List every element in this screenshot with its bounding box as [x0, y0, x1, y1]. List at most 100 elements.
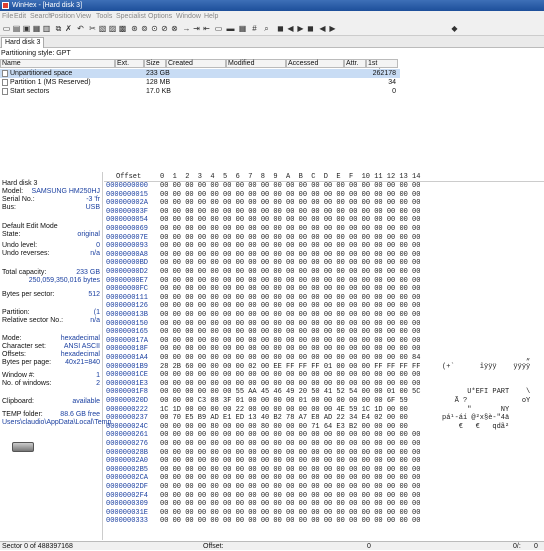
hex-row-bytes[interactable]: 00 00 00 00 00 00 00 00 00 00 00 00 00 0… — [160, 182, 420, 190]
hex-row-bytes[interactable]: 00 00 00 00 00 00 00 00 00 00 00 00 00 0… — [160, 492, 420, 500]
copy-icon[interactable]: ⧉ — [54, 24, 63, 33]
binoculars-find-icon[interactable]: ⊛ — [130, 24, 139, 33]
menu-tools[interactable]: Tools — [96, 11, 112, 22]
column-header-modified[interactable]: Modified — [226, 59, 286, 68]
hex-row-bytes[interactable]: 00 00 00 00 00 00 00 00 00 00 00 00 00 0… — [160, 320, 420, 328]
properties-icon[interactable]: ▥ — [42, 24, 51, 33]
hex-row-bytes[interactable]: 00 00 00 00 00 00 00 00 00 00 00 00 00 0… — [160, 285, 420, 293]
tab-hard-disk-3[interactable]: Hard disk 3 — [1, 37, 45, 48]
hex-row-bytes[interactable]: 00 00 00 00 00 00 00 00 00 00 00 00 00 0… — [160, 294, 420, 302]
hex-row[interactable]: 00000000A8 00 00 00 00 00 00 00 00 00 00 … — [104, 251, 544, 259]
paste-write-icon[interactable]: ▩ — [118, 24, 127, 33]
hex-row[interactable]: 00000001E3 00 00 00 00 00 00 00 00 00 00 … — [104, 380, 544, 388]
hex-row-bytes[interactable]: 00 00 00 00 00 00 00 00 00 00 00 00 00 0… — [160, 259, 420, 267]
hex-row[interactable]: 000000017A 00 00 00 00 00 00 00 00 00 00 … — [104, 337, 544, 345]
hex-row-bytes[interactable]: 00 00 00 00 00 00 00 00 00 00 00 00 00 0… — [160, 328, 420, 336]
paste-icon[interactable]: ▨ — [108, 24, 117, 33]
column-header-accessed[interactable]: Accessed — [286, 59, 344, 68]
column-header-ext[interactable]: Ext. — [115, 59, 144, 68]
hex-row-bytes[interactable]: 00 00 00 00 00 00 00 00 00 00 00 00 00 0… — [160, 449, 420, 457]
hex-row-bytes[interactable]: 00 00 00 00 00 00 00 00 00 00 00 00 00 0… — [160, 354, 420, 362]
hex-row[interactable]: 000000002A 00 00 00 00 00 00 00 00 00 00 … — [104, 199, 544, 207]
goto-sector-icon[interactable]: ⇥ — [192, 24, 201, 33]
hex-row[interactable]: 0000000069 00 00 00 00 00 00 00 00 00 00 … — [104, 225, 544, 233]
ram-icon[interactable]: ▬ — [226, 24, 235, 33]
hex-row-bytes[interactable]: 00 00 00 00 00 00 00 00 00 00 00 00 00 0… — [160, 345, 420, 353]
hex-row[interactable]: 00000002B5 00 00 00 00 00 00 00 00 00 00 … — [104, 466, 544, 474]
hex-row[interactable]: 0000000222 1C 1D 00 00 00 00 22 00 00 00 … — [104, 406, 544, 414]
hex-row[interactable]: 0000000000 00 00 00 00 00 00 00 00 00 00 … — [104, 182, 544, 190]
first-sector-icon[interactable]: ◼ — [276, 24, 285, 33]
hex-row-bytes[interactable]: 00 70 E5 B9 AD E1 ED 13 40 B2 78 A7 E8 A… — [160, 414, 408, 422]
hex-row[interactable]: 0000000237 00 70 E5 B9 AD E1 ED 13 40 B2 … — [104, 414, 544, 422]
column-header-created[interactable]: Created — [166, 59, 226, 68]
hex-row-bytes[interactable]: 00 00 00 00 00 00 00 00 00 00 00 00 00 0… — [160, 483, 420, 491]
hex-row[interactable]: 000000018F 00 00 00 00 00 00 00 00 00 00 … — [104, 345, 544, 353]
menu-file[interactable]: File — [2, 11, 13, 22]
hex-row-bytes[interactable]: 00 00 00 00 00 00 00 00 00 00 00 00 00 0… — [160, 457, 420, 465]
hex-row-bytes[interactable]: 00 00 00 00 00 00 00 00 00 00 00 00 00 0… — [160, 234, 420, 242]
previous-page-icon[interactable]: ◀ — [318, 24, 327, 33]
menu-window[interactable]: Window — [176, 11, 201, 22]
goto-back-icon[interactable]: ⇤ — [202, 24, 211, 33]
column-header-first-sector[interactable]: 1st sector — [366, 59, 398, 75]
hex-row[interactable]: 0000000309 00 00 00 00 00 00 00 00 00 00 … — [104, 500, 544, 508]
hex-row-bytes[interactable]: 00 00 00 00 00 00 00 00 00 00 00 00 00 0… — [160, 216, 420, 224]
next-page-icon[interactable]: ▶ — [328, 24, 337, 33]
column-header-name[interactable]: Name — [0, 59, 115, 68]
hex-row[interactable]: 0000000276 00 00 00 00 00 00 00 00 00 00 … — [104, 440, 544, 448]
hex-row[interactable]: 0000000261 00 00 00 00 00 00 00 00 00 00 … — [104, 431, 544, 439]
hex-row[interactable]: 00000000BD 00 00 00 00 00 00 00 00 00 00 … — [104, 259, 544, 267]
hex-row[interactable]: 0000000150 00 00 00 00 00 00 00 00 00 00 … — [104, 320, 544, 328]
hex-row[interactable]: 00000000D2 00 00 00 00 00 00 00 00 00 00 … — [104, 268, 544, 276]
hex-row[interactable]: 000000024C 00 00 00 00 80 00 00 00 80 00 … — [104, 423, 544, 431]
hex-row-bytes[interactable]: 00 00 00 00 00 00 00 00 00 00 00 00 00 0… — [160, 337, 420, 345]
menu-edit[interactable]: Edit — [14, 11, 26, 22]
cut-icon[interactable]: ✂ — [88, 24, 97, 33]
hex-row-bytes[interactable]: 00 00 00 00 00 00 00 00 00 00 00 00 00 0… — [160, 500, 420, 508]
hex-editor-pane[interactable]: Offset 0 1 2 3 4 5 6 7 8 9 A B C D E F 10 11 12 13 14 000000… — [104, 172, 544, 540]
replace-text-icon[interactable]: ⊙ — [150, 24, 159, 33]
calculator-icon[interactable]: ▦ — [238, 24, 247, 33]
hex-row-bytes[interactable]: 00 00 00 00 00 00 00 00 00 00 00 00 00 0… — [160, 277, 420, 285]
menu-specialist[interactable]: Specialist — [116, 11, 146, 22]
menu-search[interactable]: Search — [30, 11, 52, 22]
column-header-attr[interactable]: Attr. — [344, 59, 366, 68]
hash-icon[interactable]: # — [250, 24, 259, 33]
hex-row-bytes[interactable]: 00 00 00 00 00 00 00 00 00 00 00 00 00 0… — [160, 199, 420, 207]
find-again-icon[interactable]: ⊗ — [170, 24, 179, 33]
hex-row-bytes[interactable]: 00 00 00 00 00 00 00 00 00 00 00 00 00 0… — [160, 302, 420, 310]
zoom-icon[interactable]: ⌕ — [262, 24, 271, 33]
hex-row-bytes[interactable]: 00 00 00 00 00 00 00 00 00 00 00 00 00 0… — [160, 311, 420, 319]
hex-row-bytes[interactable]: 00 00 00 00 00 00 00 00 00 00 00 00 00 0… — [160, 225, 420, 233]
menu-options[interactable]: Options — [148, 11, 172, 22]
table-row[interactable]: Unpartitioned space 233 GB 262178 — [0, 69, 400, 78]
hex-row-ascii[interactable]: U*EFI PART \ — [442, 388, 530, 396]
hex-row-ascii[interactable]: „ — [442, 354, 530, 362]
hex-row-bytes[interactable]: 28 2B 60 00 00 00 00 02 00 EE FF FF FF 0… — [160, 363, 420, 371]
hex-row[interactable]: 000000013B 00 00 00 00 00 00 00 00 00 00 … — [104, 311, 544, 319]
replace-hex-icon[interactable]: ⊘ — [160, 24, 169, 33]
hex-row[interactable]: 0000000111 00 00 00 00 00 00 00 00 00 00 … — [104, 294, 544, 302]
open-file-icon[interactable]: ▤ — [12, 24, 21, 33]
hex-row[interactable]: 00000001CE 00 00 00 00 00 00 00 00 00 00 … — [104, 371, 544, 379]
goto-offset-icon[interactable]: → — [182, 24, 191, 33]
print-icon[interactable]: ▦ — [32, 24, 41, 33]
hex-row[interactable]: 00000002CA 00 00 00 00 00 00 00 00 00 00 … — [104, 474, 544, 482]
hex-row-bytes[interactable]: 00 00 00 00 00 00 00 00 00 00 00 00 00 0… — [160, 191, 420, 199]
hex-row[interactable]: 000000020D 00 00 00 C3 08 3F 01 00 00 00 … — [104, 397, 544, 405]
hex-row-bytes[interactable]: 00 00 00 00 00 00 00 00 00 00 00 00 00 0… — [160, 380, 420, 388]
help-book-icon[interactable]: ◆ — [450, 24, 459, 33]
hex-row[interactable]: 00000001A4 00 00 00 00 00 00 00 00 00 00 … — [104, 354, 544, 362]
hex-row[interactable]: 0000000165 00 00 00 00 00 00 00 00 00 00 … — [104, 328, 544, 336]
previous-sector-icon[interactable]: ◀ — [286, 24, 295, 33]
table-row[interactable]: Partition 1 (MS Reserved) 128 MB 34 — [0, 78, 400, 87]
hex-row-bytes[interactable]: 00 00 00 00 00 00 55 AA 45 46 49 20 50 4… — [160, 388, 420, 396]
hex-row-ascii[interactable]: pá¹-áí @²x§è-"4ä — [442, 414, 509, 422]
hex-row[interactable]: 00000001F8 00 00 00 00 00 00 55 AA 45 46 … — [104, 388, 544, 396]
hex-row-bytes[interactable]: 00 00 00 00 00 00 00 00 00 00 00 00 00 0… — [160, 251, 420, 259]
table-row[interactable]: Start sectors 17.0 KB 0 — [0, 87, 400, 96]
hex-row[interactable]: 000000028B 00 00 00 00 00 00 00 00 00 00 … — [104, 449, 544, 457]
disk-icon[interactable]: ▭ — [214, 24, 223, 33]
hex-row[interactable]: 00000002DF 00 00 00 00 00 00 00 00 00 00 … — [104, 483, 544, 491]
